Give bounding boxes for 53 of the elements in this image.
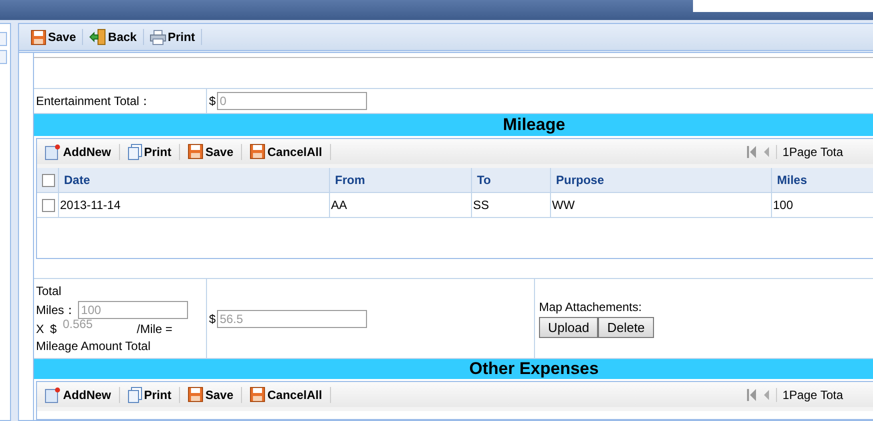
column-header[interactable]: Miles — [772, 168, 873, 192]
toolbar-button[interactable]: Save — [188, 144, 242, 160]
first-page-icon[interactable] — [746, 388, 756, 401]
printer-icon — [150, 30, 166, 44]
section-title: Mileage — [34, 114, 873, 136]
first-page-icon[interactable] — [746, 146, 756, 158]
multiply-sign: X — [36, 322, 44, 336]
door-arrow-icon — [89, 29, 106, 45]
sidebar-tab[interactable] — [0, 50, 7, 64]
toolbar-button[interactable]: Print — [128, 144, 180, 160]
toolbar-button[interactable]: Save — [31, 29, 84, 45]
field-label: Entertainment Total： — [36, 92, 152, 110]
document-icon — [128, 386, 142, 403]
pager-label: 1Page Tota — [776, 144, 843, 159]
rate-value: 0.565 — [62, 317, 93, 332]
attachment-button[interactable]: Upload — [539, 316, 598, 338]
table-cell: SS — [472, 193, 551, 218]
pager-label: 1Page Tota — [776, 388, 843, 402]
toolbar-button[interactable]: Print — [150, 29, 202, 45]
table-cell: 100 — [772, 193, 873, 218]
toolbar-button[interactable]: CancelAll — [250, 144, 332, 160]
toolbar-button[interactable]: Save — [188, 386, 242, 403]
currency-sign: $ — [50, 322, 57, 336]
toolbar-button[interactable]: Back — [89, 29, 144, 45]
header-field[interactable] — [693, 0, 873, 12]
field-label: Miles： — [36, 302, 76, 319]
section-title: Other Expenses — [34, 359, 873, 380]
toolbar-button[interactable]: AddNew — [45, 144, 120, 160]
select-all-checkbox[interactable] — [42, 174, 55, 187]
currency-sign: $ — [209, 312, 216, 326]
toolbar-button[interactable]: Print — [128, 386, 180, 403]
column-header[interactable]: Purpose — [551, 168, 772, 192]
field-label: Total — [36, 284, 62, 298]
sidebar-tab[interactable] — [0, 32, 7, 46]
table-cell: 2013-11-14 — [59, 193, 330, 218]
per-mile-label: /Mile = — [136, 322, 172, 336]
table-cell: WW — [551, 193, 772, 218]
attachment-button[interactable]: Delete — [598, 316, 654, 338]
field-label: Mileage Amount Total — [36, 339, 152, 354]
new-document-icon — [45, 386, 61, 403]
previous-page-icon[interactable] — [762, 388, 770, 401]
row-checkbox[interactable] — [42, 198, 55, 212]
toolbar-button[interactable]: CancelAll — [250, 386, 332, 403]
column-header[interactable]: Date — [59, 168, 330, 192]
column-header[interactable]: To — [472, 168, 551, 192]
table-cell: AA — [330, 193, 472, 218]
currency-sign: $ — [209, 94, 216, 108]
previous-page-icon[interactable] — [762, 146, 770, 158]
attachments-label: Map Attachements: — [539, 300, 643, 314]
new-document-icon — [45, 144, 61, 160]
column-header[interactable]: From — [330, 168, 472, 192]
toolbar-button[interactable]: AddNew — [45, 386, 120, 403]
document-icon — [128, 144, 142, 160]
